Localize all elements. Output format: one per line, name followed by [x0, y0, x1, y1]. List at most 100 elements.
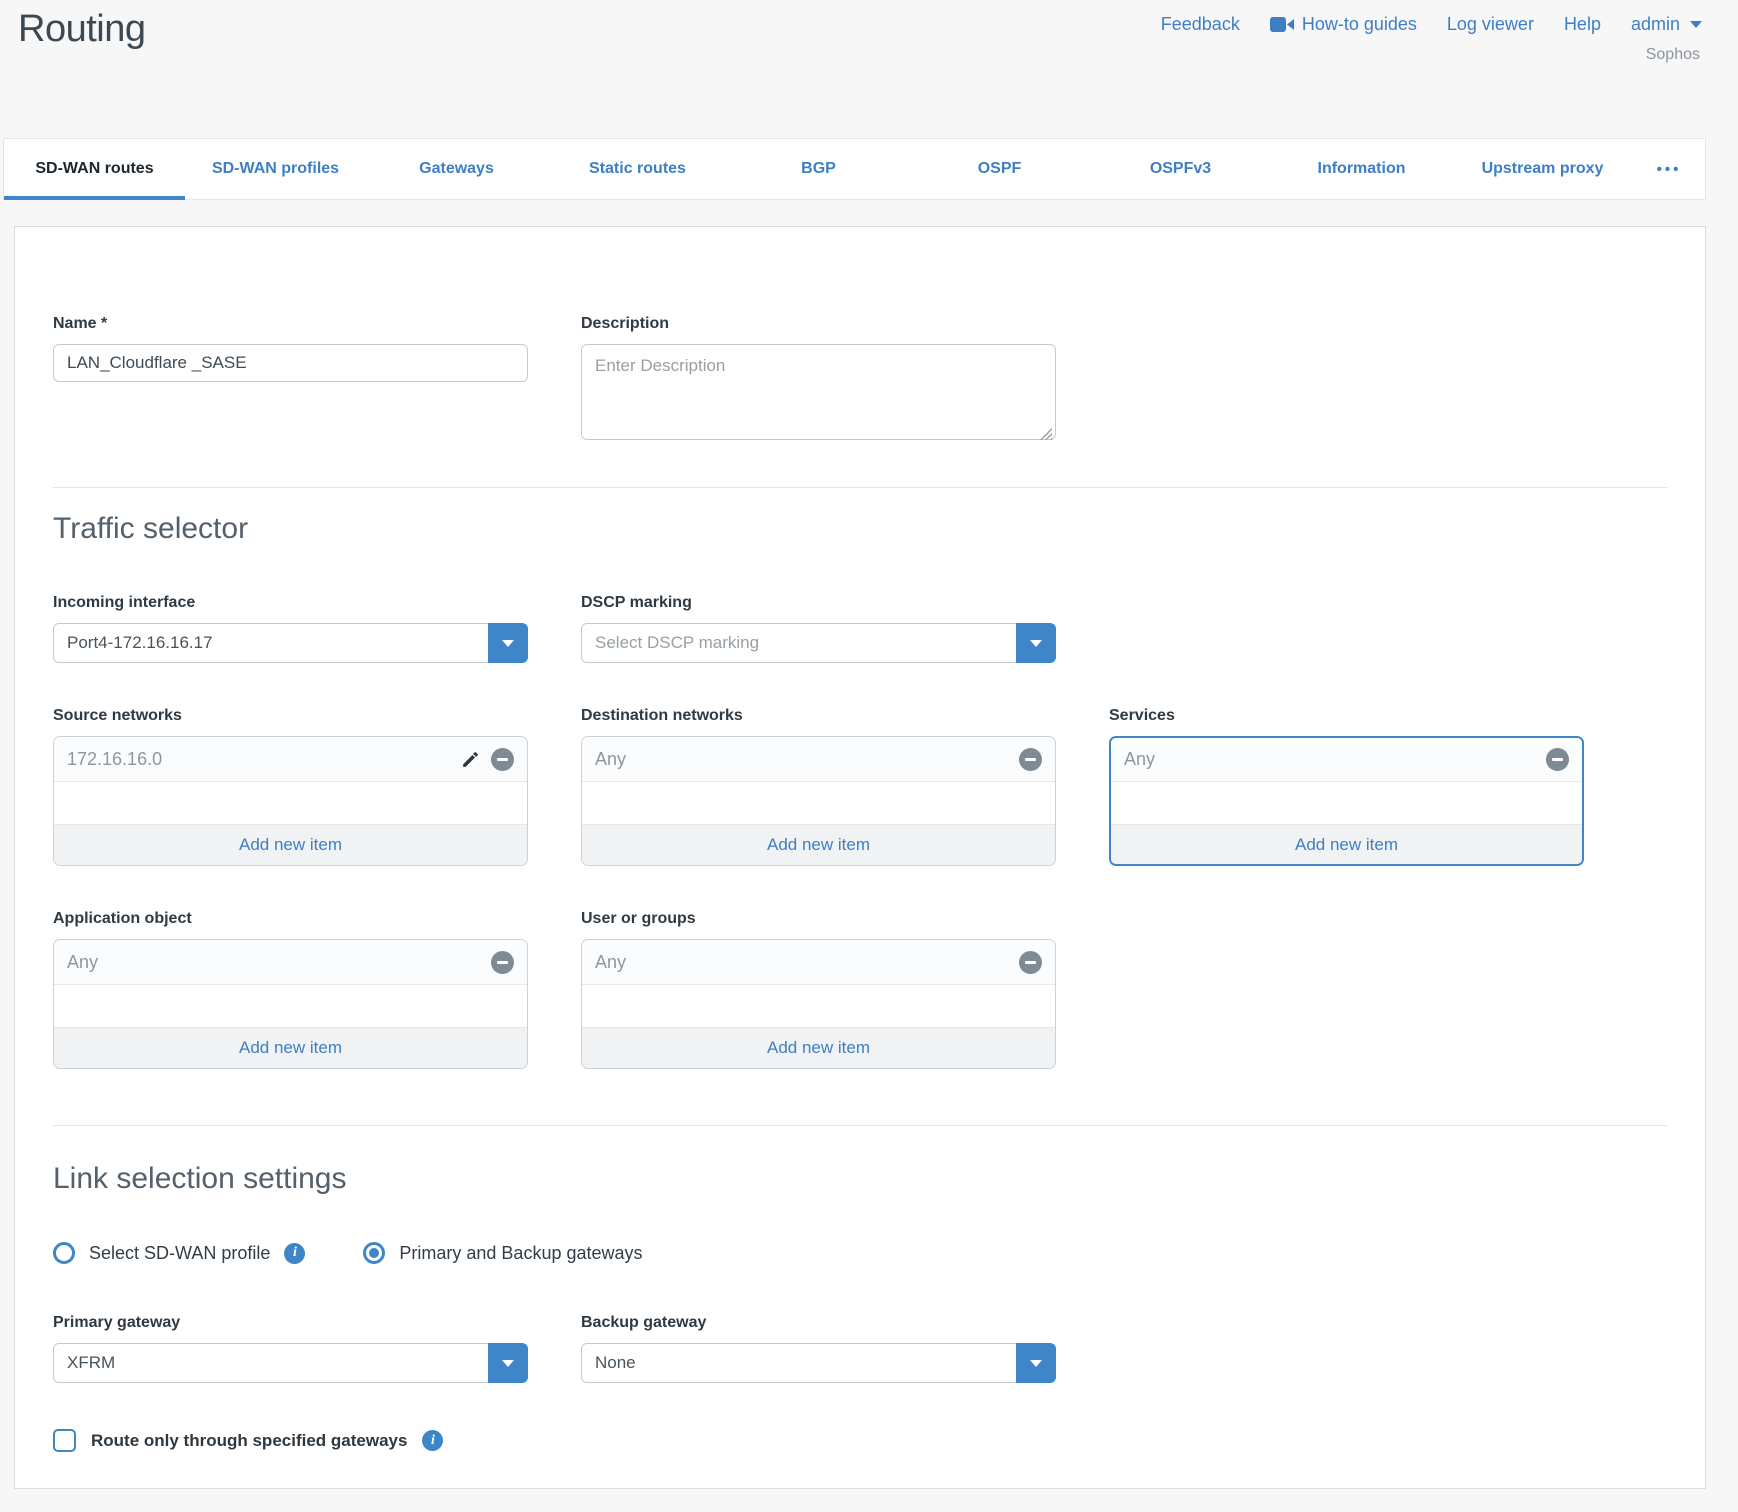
incoming-interface-label: Incoming interface [53, 594, 528, 612]
dropdown-button[interactable] [1016, 623, 1056, 663]
destination-networks-label: Destination networks [581, 707, 1056, 725]
add-new-item-button[interactable]: Add new item [582, 824, 1055, 865]
add-new-item-button[interactable]: Add new item [54, 824, 527, 865]
route-only-row: Route only through specified gateways i [53, 1429, 1667, 1452]
org-name: Sophos [1646, 46, 1700, 64]
name-label: Name * [53, 315, 528, 333]
application-object-label: Application object [53, 910, 528, 928]
howto-guides-link[interactable]: How-to guides [1270, 14, 1417, 35]
info-icon[interactable]: i [284, 1243, 305, 1264]
networks-row: Source networks 172.16.16.0 Add new item… [53, 707, 1667, 866]
tab-information[interactable]: Information [1271, 139, 1452, 199]
dropdown-button[interactable] [488, 1343, 528, 1383]
tab-label: SD-WAN routes [35, 160, 153, 178]
tab-label: Upstream proxy [1482, 160, 1604, 178]
description-textarea[interactable] [581, 344, 1056, 440]
active-tab-indicator [4, 196, 185, 200]
page-title: Routing [18, 8, 145, 51]
list-empty-area [54, 985, 527, 1027]
remove-icon[interactable] [491, 748, 514, 771]
services-list: Any Add new item [1109, 736, 1584, 866]
radio-icon[interactable] [53, 1242, 75, 1264]
header-links: Feedback How-to guides Log viewer Help a… [1161, 14, 1702, 35]
tab-sdwan-profiles[interactable]: SD-WAN profiles [185, 139, 366, 199]
backup-gateway-label: Backup gateway [581, 1314, 1056, 1332]
application-users-row: Application object Any Add new item User… [53, 910, 1667, 1069]
tab-ospfv3[interactable]: OSPFv3 [1090, 139, 1271, 199]
list-empty-area [1111, 782, 1582, 824]
list-item: Any [1111, 738, 1582, 782]
incoming-interface-value: Port4-172.16.16.17 [67, 633, 213, 653]
list-item-value: Any [1124, 749, 1536, 770]
primary-gateway-select[interactable]: XFRM [53, 1343, 528, 1383]
application-object-list: Any Add new item [53, 939, 528, 1069]
route-only-label: Route only through specified gateways [91, 1431, 407, 1451]
list-item-value: Any [595, 952, 1009, 973]
remove-icon[interactable] [1546, 748, 1569, 771]
list-item-value: 172.16.16.0 [67, 749, 450, 770]
feedback-link[interactable]: Feedback [1161, 14, 1240, 35]
user-or-groups-list: Any Add new item [581, 939, 1056, 1069]
tab-static-routes[interactable]: Static routes [547, 139, 728, 199]
radio-icon-checked[interactable] [363, 1242, 385, 1264]
incoming-interface-select[interactable]: Port4-172.16.16.17 [53, 623, 528, 663]
list-item-value: Any [595, 749, 1009, 770]
log-viewer-label: Log viewer [1447, 14, 1534, 35]
tab-sdwan-routes[interactable]: SD-WAN routes [4, 139, 185, 199]
list-item-value: Any [67, 952, 481, 973]
edit-icon[interactable] [460, 749, 481, 770]
tab-gateways[interactable]: Gateways [366, 139, 547, 199]
link-selection-options: Select SD-WAN profile i Primary and Back… [53, 1242, 1667, 1264]
chevron-down-icon [502, 1360, 514, 1367]
dscp-marking-select[interactable]: Select DSCP marking [581, 623, 1056, 663]
tab-bgp[interactable]: BGP [728, 139, 909, 199]
tab-label: OSPFv3 [1150, 160, 1211, 178]
remove-icon[interactable] [491, 951, 514, 974]
primary-gateway-label: Primary gateway [53, 1314, 528, 1332]
log-viewer-link[interactable]: Log viewer [1447, 14, 1534, 35]
traffic-selector-heading: Traffic selector [53, 512, 1667, 546]
list-empty-area [582, 782, 1055, 824]
add-new-item-button[interactable]: Add new item [1111, 824, 1582, 864]
backup-gateway-value: None [595, 1353, 636, 1373]
list-item: Any [582, 737, 1055, 782]
list-item: Any [582, 940, 1055, 985]
remove-icon[interactable] [1019, 748, 1042, 771]
backup-gateway-select[interactable]: None [581, 1343, 1056, 1383]
radio-label: Select SD-WAN profile [89, 1243, 270, 1264]
radio-label: Primary and Backup gateways [399, 1243, 642, 1264]
list-item: Any [54, 940, 527, 985]
name-description-row: Name * Description [53, 315, 1667, 445]
name-input[interactable] [53, 344, 528, 382]
howto-guides-label: How-to guides [1302, 14, 1417, 35]
list-empty-area [54, 782, 527, 824]
route-only-checkbox[interactable] [53, 1429, 76, 1452]
gateways-row: Primary gateway XFRM Backup gateway None [53, 1314, 1667, 1383]
radio-select-sdwan-profile[interactable]: Select SD-WAN profile i [53, 1242, 305, 1264]
tab-upstream-proxy[interactable]: Upstream proxy [1452, 139, 1633, 199]
tab-more-menu[interactable]: ••• [1633, 139, 1705, 199]
source-networks-label: Source networks [53, 707, 528, 725]
info-icon[interactable]: i [422, 1430, 443, 1451]
remove-icon[interactable] [1019, 951, 1042, 974]
page-header: Routing Feedback How-to guides Log viewe… [0, 0, 1738, 138]
tab-bar: SD-WAN routes SD-WAN profiles Gateways S… [3, 138, 1706, 200]
sdwan-route-form: Name * Description Traffic selector Inco… [14, 226, 1706, 1489]
add-new-item-button[interactable]: Add new item [54, 1027, 527, 1068]
tab-ospf[interactable]: OSPF [909, 139, 1090, 199]
add-new-item-button[interactable]: Add new item [582, 1027, 1055, 1068]
admin-menu[interactable]: admin [1631, 14, 1702, 35]
chevron-down-icon [1690, 21, 1702, 28]
admin-menu-label: admin [1631, 14, 1680, 35]
dscp-marking-label: DSCP marking [581, 594, 1056, 612]
chevron-down-icon [1030, 640, 1042, 647]
dropdown-button[interactable] [1016, 1343, 1056, 1383]
video-camera-icon [1270, 17, 1294, 32]
interface-dscp-row: Incoming interface Port4-172.16.16.17 DS… [53, 594, 1667, 663]
dscp-marking-placeholder: Select DSCP marking [595, 633, 759, 653]
link-selection-heading: Link selection settings [53, 1162, 1667, 1196]
chevron-down-icon [1030, 1360, 1042, 1367]
radio-primary-backup-gateways[interactable]: Primary and Backup gateways [363, 1242, 642, 1264]
dropdown-button[interactable] [488, 623, 528, 663]
help-link[interactable]: Help [1564, 14, 1601, 35]
